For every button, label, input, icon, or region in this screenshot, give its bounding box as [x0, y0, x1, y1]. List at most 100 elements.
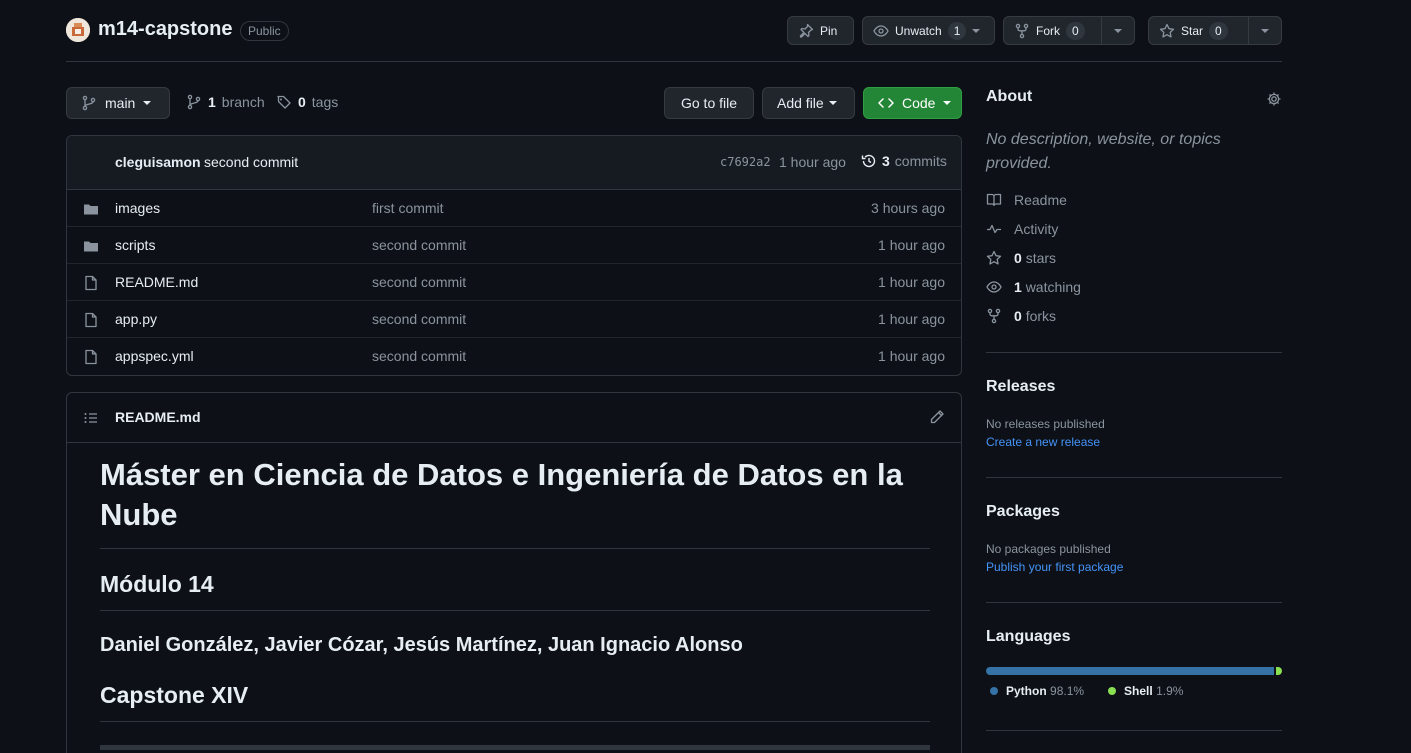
forks-label: forks	[1025, 308, 1057, 324]
git-branch-icon	[81, 95, 97, 111]
language-color-dot	[1108, 687, 1117, 695]
commit-sha[interactable]: c7692a2	[720, 155, 771, 169]
stars-label: stars	[1025, 250, 1057, 266]
language-item-python[interactable]: Python 98.1%	[990, 684, 1084, 698]
file-row[interactable]: README.md second commit 1 hour ago	[67, 264, 961, 301]
commit-author[interactable]: cleguisamon	[115, 154, 201, 170]
fork-label: Fork	[1036, 23, 1060, 38]
packages-title[interactable]: Packages	[986, 503, 1282, 521]
readme-label: Readme	[1014, 192, 1067, 208]
code-label: Code	[902, 95, 936, 111]
file-name[interactable]: appspec.yml	[115, 348, 194, 364]
language-color-dot	[990, 687, 998, 695]
eye-icon	[986, 279, 1002, 295]
file-commit-time: 1 hour ago	[878, 274, 945, 290]
fork-icon	[986, 308, 1002, 324]
file-name[interactable]: README.md	[115, 274, 198, 290]
add-file-button[interactable]: Add file	[762, 87, 855, 119]
repo-name-link[interactable]: m14-capstone	[98, 18, 233, 41]
language-percent: 98.1%	[1050, 684, 1085, 698]
go-to-file-button[interactable]: Go to file	[664, 87, 754, 119]
heading-divider	[100, 548, 930, 549]
file-commit-message[interactable]: second commit	[372, 274, 466, 290]
file-commit-message[interactable]: second commit	[372, 348, 466, 364]
fork-button[interactable]: Fork 0	[1004, 17, 1101, 44]
file-row[interactable]: images first commit 3 hours ago	[67, 190, 961, 227]
watching-link[interactable]: 1 watching	[986, 279, 1081, 295]
activity-label: Activity	[1014, 221, 1059, 237]
heading-divider	[100, 610, 930, 611]
eye-icon	[873, 23, 889, 39]
owner-avatar[interactable]	[66, 18, 90, 42]
file-row[interactable]: appspec.yml second commit 1 hour ago	[67, 338, 961, 375]
releases-title[interactable]: Releases	[986, 378, 1282, 396]
file-name[interactable]: images	[115, 200, 160, 216]
packages-section: Packages No packages published Publish y…	[986, 503, 1282, 574]
readme-authors: Daniel González, Javier Cózar, Jesús Mar…	[100, 634, 743, 656]
language-bar-python	[986, 667, 1274, 675]
branch-selector[interactable]: main	[66, 87, 170, 119]
file-commit-message[interactable]: second commit	[372, 311, 466, 327]
stars-link[interactable]: 0 stars	[986, 250, 1056, 266]
commit-message[interactable]: second commit	[204, 154, 298, 170]
readme-link[interactable]: Readme	[986, 192, 1067, 208]
tag-icon	[276, 94, 292, 110]
branch-name: main	[105, 95, 136, 111]
list-unordered-icon[interactable]	[83, 410, 99, 426]
chevron-down-icon	[943, 101, 952, 105]
pin-button[interactable]: Pin	[787, 16, 854, 45]
pin-icon	[798, 23, 814, 39]
watching-label: watching	[1025, 279, 1081, 295]
fork-dropdown-button[interactable]	[1102, 17, 1134, 44]
folder-icon	[83, 238, 99, 254]
forks-link[interactable]: 0 forks	[986, 308, 1056, 324]
sidebar-divider	[986, 730, 1282, 731]
star-button[interactable]: Star 0	[1149, 17, 1248, 44]
branches-link[interactable]: 1 branch	[186, 94, 265, 110]
code-button[interactable]: Code	[863, 87, 962, 119]
about-title: About	[986, 88, 1033, 105]
star-icon	[986, 250, 1002, 266]
pulse-icon	[986, 221, 1002, 237]
chevron-down-icon	[143, 101, 152, 105]
sidebar-divider	[986, 352, 1282, 353]
readme-filename[interactable]: README.md	[115, 409, 201, 425]
file-commit-time: 1 hour ago	[878, 311, 945, 327]
language-legend: Python 98.1% Shell 1.9%	[990, 684, 1183, 698]
fork-counter: 0	[1066, 21, 1085, 40]
readme-heading-2b: Capstone XIV	[100, 682, 249, 708]
repo-header: m14-capstone Public Pin Unwatch 1 Fork 0	[66, 16, 1282, 62]
forks-count: 0	[1014, 308, 1022, 324]
star-icon	[1159, 23, 1175, 39]
unwatch-button[interactable]: Unwatch 1	[862, 16, 995, 45]
file-icon	[83, 275, 99, 291]
watching-count: 1	[1014, 279, 1022, 295]
horizontal-rule	[100, 745, 930, 750]
file-commit-message[interactable]: first commit	[372, 200, 444, 216]
star-button-group: Star 0	[1148, 16, 1282, 45]
activity-link[interactable]: Activity	[986, 221, 1058, 237]
readme-heading-2: Módulo 14	[100, 571, 214, 597]
commits-link[interactable]: 3 commits	[861, 153, 947, 169]
star-dropdown-button[interactable]	[1249, 17, 1281, 44]
file-row[interactable]: scripts second commit 1 hour ago	[67, 227, 961, 264]
tags-link[interactable]: 0 tags	[276, 94, 338, 110]
create-release-link[interactable]: Create a new release	[986, 435, 1100, 449]
language-item-shell[interactable]: Shell 1.9%	[1108, 684, 1183, 698]
file-commit-time: 1 hour ago	[878, 348, 945, 364]
publish-package-link[interactable]: Publish your first package	[986, 560, 1123, 574]
file-name[interactable]: app.py	[115, 311, 157, 327]
sidebar-divider	[986, 477, 1282, 478]
go-to-file-label: Go to file	[680, 95, 738, 111]
file-icon	[83, 349, 99, 365]
language-percent: 1.9%	[1156, 684, 1184, 698]
book-icon	[986, 192, 1002, 208]
file-browser: cleguisamon second commit c7692a2 1 hour…	[66, 135, 962, 376]
pin-label: Pin	[820, 23, 838, 38]
readme-header: README.md	[67, 393, 961, 443]
file-row[interactable]: app.py second commit 1 hour ago	[67, 301, 961, 338]
pencil-icon[interactable]	[929, 409, 945, 425]
file-commit-message[interactable]: second commit	[372, 237, 466, 253]
gear-icon[interactable]	[1266, 91, 1282, 107]
file-name[interactable]: scripts	[115, 237, 155, 253]
